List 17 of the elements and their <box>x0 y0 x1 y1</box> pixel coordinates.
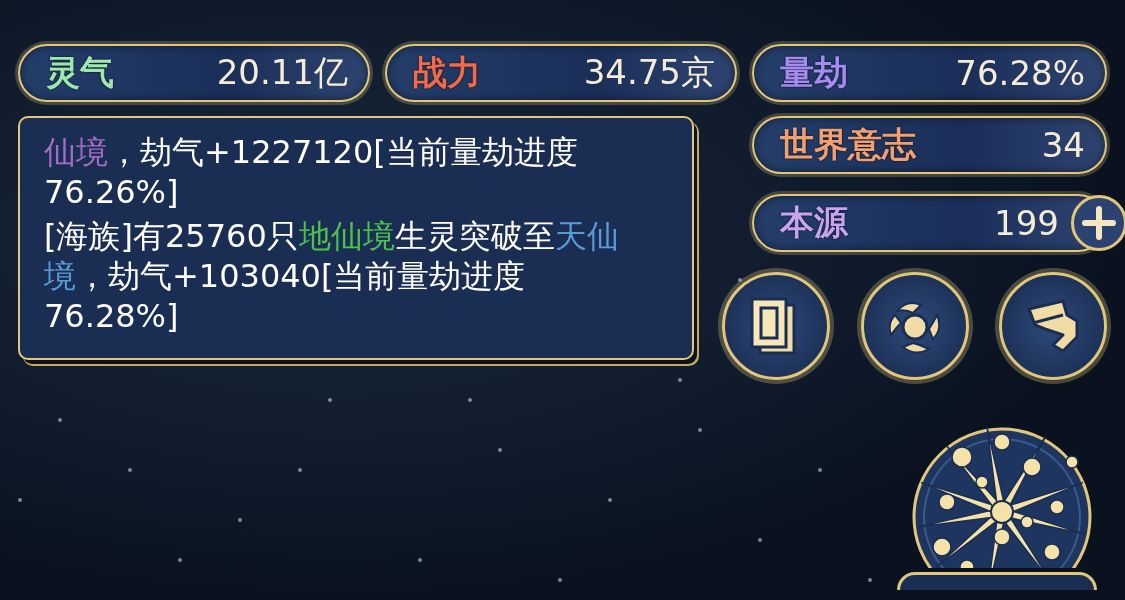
cards-button[interactable] <box>722 272 830 380</box>
stat-value: 199 <box>994 203 1059 243</box>
swirl-button[interactable] <box>860 272 969 380</box>
stat-value: 20.11亿 <box>216 51 348 94</box>
log-message: [海族]有25760只地仙境生灵突破至天仙境，劫气+103040[当前量劫进度76.28%] <box>44 216 620 336</box>
stat-label: 战力 <box>413 51 481 94</box>
scroll-button[interactable] <box>999 272 1107 380</box>
stat-label: 本源 <box>780 201 848 244</box>
plus-icon <box>1082 206 1116 240</box>
stat-label: 世界意志 <box>780 123 916 166</box>
stat-value: 34 <box>1041 125 1085 165</box>
stat-value: 76.28% <box>955 53 1085 93</box>
stat-label: 量劫 <box>780 51 848 94</box>
add-button[interactable] <box>1071 195 1125 251</box>
log-message: 仙境，劫气+1227120[当前量劫进度76.26%] <box>44 132 579 212</box>
stat-value: 34.75京 <box>583 51 715 94</box>
stat-label: 灵气 <box>46 51 114 94</box>
